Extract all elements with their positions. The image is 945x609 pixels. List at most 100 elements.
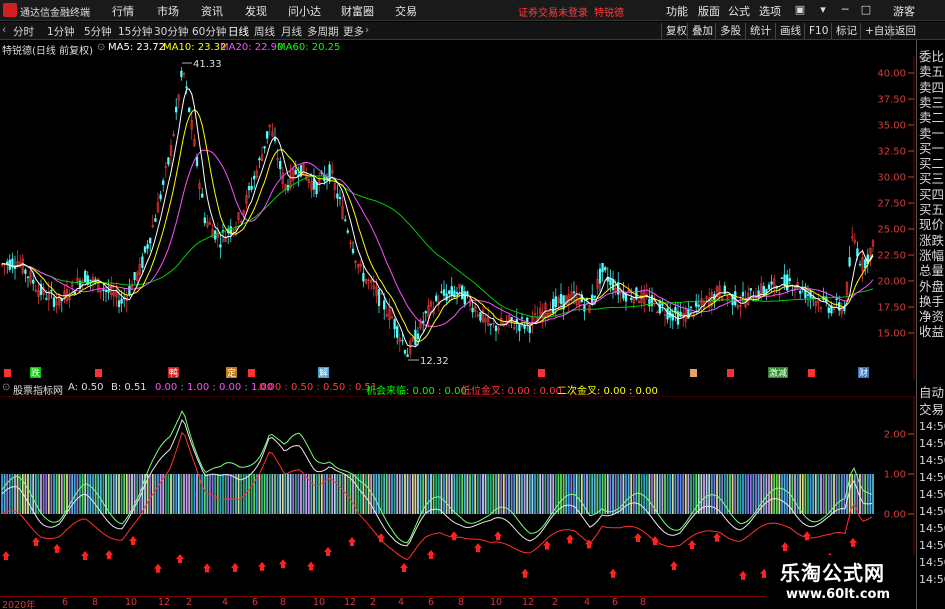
side-panel-field[interactable]: 买四 [919, 187, 944, 202]
indicator-bar [692, 474, 695, 514]
tab-30min[interactable]: 30分钟 [154, 24, 188, 39]
kline-chart[interactable]: 40.00 37.50 35.00 32.50 30.00 27.50 25.00 22.50… [0, 56, 915, 380]
buy-arrow-icon [154, 563, 162, 573]
candle-body [601, 263, 604, 273]
side-panel-field[interactable]: 卖二 [919, 111, 944, 125]
side-panel-field[interactable]: 卖一 [919, 126, 944, 141]
menu-jiaoyi[interactable]: 交易 [395, 3, 417, 19]
menu-hangqing[interactable]: 行情 [112, 3, 134, 19]
side-panel-field[interactable]: 涨跌 [919, 233, 944, 248]
maximize-icon[interactable]: □ [858, 2, 874, 18]
tab-monthly[interactable]: 月线 [281, 24, 302, 39]
indicator-bar [791, 474, 794, 514]
tab-60min[interactable]: 60分钟 [192, 24, 226, 39]
side-panel-field[interactable]: 外盘 [919, 279, 944, 294]
indicator-bar [596, 474, 599, 514]
menu-faxian[interactable]: 发现 [245, 3, 267, 19]
indicator-bar [253, 474, 256, 514]
candle-body [767, 284, 771, 290]
side-panel-field[interactable]: 总量 [919, 264, 944, 278]
btn-diejia[interactable]: 叠加 [687, 23, 717, 39]
side-panel-field[interactable]: 委比 [919, 50, 944, 64]
menu-dropdown-icon[interactable]: ▾ [815, 2, 831, 18]
indicator-bar [424, 474, 427, 514]
side-panel-field[interactable]: 现价 [919, 218, 944, 232]
ma-settings-icon[interactable]: ⊙ [97, 42, 105, 53]
btn-tongji[interactable]: 统计 [745, 23, 775, 39]
indicator-bar [175, 474, 178, 514]
indicator-bar [731, 474, 734, 514]
tab-weekly[interactable]: 周线 [254, 24, 275, 39]
btn-duogu[interactable]: 多股 [715, 23, 745, 39]
btn-huaxian[interactable]: 画线 [775, 23, 805, 39]
low-annotation: 12.32 [408, 356, 449, 367]
indicator-settings-icon[interactable]: ⊙ [2, 382, 10, 393]
indicator-bar [716, 474, 718, 514]
buy-arrow-icon [494, 531, 502, 541]
side-panel-field[interactable]: 买三 [919, 172, 944, 186]
indicator-bar [76, 474, 79, 514]
btn-biaoji[interactable]: 标记 [831, 23, 861, 39]
candle-body [195, 156, 199, 166]
side-panel-field[interactable]: 收益 [919, 325, 944, 339]
tab-15min[interactable]: 15分钟 [118, 24, 152, 39]
date-tick: 6 [428, 597, 435, 608]
side-panel-field[interactable]: 买一 [919, 141, 944, 156]
login-notice[interactable]: 证券交易未登录 [518, 4, 588, 19]
tab-daily[interactable]: 日线 [228, 24, 249, 39]
candle-body [442, 289, 446, 296]
menu-xuanxiang[interactable]: 选项 [759, 3, 781, 19]
menu-banmian[interactable]: 版面 [698, 3, 720, 19]
tab-1min[interactable]: 1分钟 [47, 24, 75, 39]
buy-arrow-icon [609, 568, 617, 578]
candle-body [159, 194, 162, 200]
side-panel-field[interactable]: 卖三 [919, 95, 944, 110]
candle-body [180, 70, 183, 78]
menu-zixun[interactable]: 资讯 [201, 3, 223, 19]
indicator-bar [125, 474, 128, 514]
tab-more[interactable]: 更多 [343, 24, 364, 39]
date-tick: 8 [280, 597, 287, 608]
candle-body [749, 288, 752, 291]
auto-trade-label[interactable]: 交易 [919, 403, 944, 417]
tab-fenshi[interactable]: 分时 [13, 24, 34, 39]
auto-trade-label[interactable]: 自动 [919, 386, 944, 400]
menu-gongshi[interactable]: 公式 [728, 3, 750, 19]
side-panel-field[interactable]: 净资 [919, 310, 944, 324]
side-panel-field[interactable]: 买二 [919, 157, 944, 171]
more-chevron-icon[interactable]: › [365, 24, 369, 36]
indicator-bar [539, 474, 542, 514]
indicator-bar [599, 474, 601, 514]
candle-body [835, 298, 838, 300]
indicator-bar [549, 474, 552, 514]
price-tick-label: 30.00 [877, 173, 906, 184]
candle-body [279, 161, 282, 170]
btn-f10[interactable]: F10 [804, 23, 832, 39]
menu-gongneng[interactable]: 功能 [666, 3, 688, 19]
btn-back[interactable]: 返回 [890, 23, 920, 39]
menu-caifuquan[interactable]: 财富圈 [341, 3, 374, 19]
side-panel-field[interactable]: 换手 [919, 294, 944, 309]
indicator-name[interactable]: 股票指标网 [13, 382, 63, 397]
menu-wenxiaoda[interactable]: 问小达 [288, 3, 321, 19]
buy-arrow-icon [566, 534, 574, 544]
side-panel-field[interactable]: 卖五 [919, 65, 944, 79]
indicator-bar [674, 474, 677, 514]
side-panel-field[interactable]: 卖四 [919, 80, 944, 95]
menu-shichang[interactable]: 市场 [157, 3, 179, 19]
indicator-bar [71, 474, 74, 514]
tab-5min[interactable]: 5分钟 [84, 24, 112, 39]
side-panel-field[interactable]: 涨幅 [919, 248, 944, 263]
tab-left-arrow-icon[interactable]: ‹ [2, 24, 6, 36]
price-tick-label: 32.50 [877, 147, 906, 158]
restore-icon[interactable]: ▣ [792, 2, 808, 18]
tab-multi-period[interactable]: 多周期 [307, 24, 339, 39]
indicator-bar [679, 474, 682, 514]
side-panel-field[interactable]: 买五 [919, 203, 944, 217]
guest-label[interactable]: 游客 [893, 3, 915, 19]
indicator-bar [227, 474, 230, 514]
minimize-icon[interactable]: ─ [837, 2, 853, 18]
indicator-bar [211, 474, 214, 514]
indicator-bar [742, 474, 744, 514]
buy-arrow-icon [129, 535, 137, 545]
